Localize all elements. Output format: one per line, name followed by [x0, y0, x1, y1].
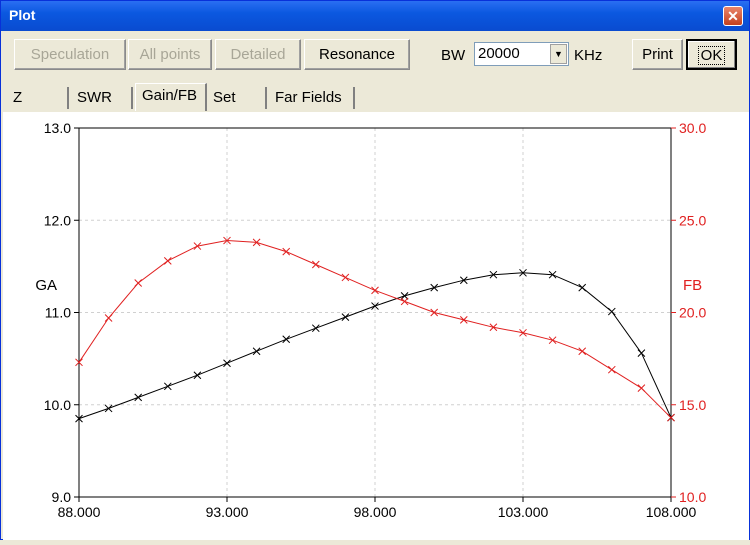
left-tick-label: 10.0	[44, 397, 71, 413]
tab-strip: Z SWR Gain/FB Set Far Fields	[1, 83, 749, 111]
right-tick-label: 25.0	[679, 212, 706, 228]
data-point-ga	[311, 324, 320, 333]
tab-far-fields[interactable]: Far Fields	[269, 87, 355, 109]
ok-button[interactable]: OK	[686, 39, 737, 70]
all-points-button[interactable]: All points	[128, 39, 212, 70]
left-tick-label: 11.0	[45, 305, 71, 321]
unit-label: KHz	[574, 47, 603, 64]
x-tick-label: 98.000	[354, 504, 397, 520]
bw-value: 20000	[478, 45, 520, 62]
data-point-ga	[252, 347, 261, 356]
print-button[interactable]: Print	[632, 39, 683, 70]
data-point-ga	[193, 371, 202, 380]
gain-fb-chart: 88.000 93.000 98.000 103.000 108.000 9.0 10.0 1…	[35, 120, 706, 520]
x-tick-label: 103.000	[498, 504, 549, 520]
data-point-fb	[637, 384, 646, 392]
data-point-ga	[578, 283, 587, 292]
plot-area: 88.000 93.000 98.000 103.000 108.000 9.0 10.0 1…	[3, 112, 749, 540]
data-point-fb	[548, 336, 557, 345]
tab-set[interactable]: Set	[207, 87, 267, 109]
data-point-ga	[607, 307, 616, 316]
data-point-ga	[430, 283, 439, 292]
data-point-fb	[578, 347, 587, 356]
detailed-button[interactable]: Detailed	[215, 39, 301, 70]
data-point-fb	[341, 273, 350, 282]
data-point-ga	[282, 335, 291, 344]
right-tick-label: 20.0	[679, 305, 706, 321]
speculation-button[interactable]: Speculation	[14, 39, 126, 70]
x-tick-label: 108.000	[646, 504, 697, 520]
resonance-button[interactable]: Resonance	[304, 39, 410, 70]
left-tick-label: 12.0	[44, 212, 71, 228]
data-point-fb	[430, 308, 439, 317]
left-axis-label: GA	[35, 277, 57, 294]
data-point-fb	[400, 297, 409, 306]
right-tick-label: 15.0	[679, 397, 706, 413]
tab-z[interactable]: Z	[7, 87, 69, 109]
data-point-ga	[341, 313, 350, 321]
tab-gain-fb[interactable]: Gain/FB	[135, 83, 207, 111]
x-tick-label: 93.000	[206, 504, 249, 520]
toolbar: Speculation All points Detailed Resonanc…	[1, 31, 749, 79]
close-button[interactable]: ✕	[723, 6, 743, 26]
close-icon: ✕	[727, 8, 739, 24]
title-bar[interactable]: Plot ✕	[1, 1, 749, 31]
data-point-fb	[607, 365, 616, 374]
data-point-ga	[223, 359, 231, 368]
plot-window: Plot ✕ Speculation All points Detailed R…	[0, 0, 750, 540]
right-axis-label: FB	[683, 277, 702, 294]
window-title: Plot	[9, 7, 36, 23]
left-tick-label: 13.0	[44, 120, 71, 136]
tab-swr[interactable]: SWR	[71, 87, 133, 109]
data-point-fb	[134, 279, 143, 287]
data-point-ga	[163, 382, 172, 391]
bw-combobox[interactable]: 20000 ▼	[474, 42, 569, 66]
data-point-ga	[134, 393, 143, 402]
data-point-fb	[163, 256, 172, 265]
data-point-fb	[104, 314, 113, 322]
chevron-down-icon[interactable]: ▼	[550, 44, 567, 64]
right-tick-label: 30.0	[679, 120, 706, 136]
x-tick-label: 88.000	[58, 504, 101, 520]
data-point-ga	[637, 349, 646, 357]
data-point-fb	[311, 260, 320, 269]
data-point-fb	[459, 316, 468, 324]
right-tick-label: 10.0	[679, 489, 706, 505]
ok-label: OK	[697, 46, 726, 65]
left-tick-label: 9.0	[52, 489, 72, 505]
bw-label: BW	[441, 47, 466, 64]
data-point-ga	[104, 404, 113, 413]
data-point-fb	[282, 247, 291, 256]
